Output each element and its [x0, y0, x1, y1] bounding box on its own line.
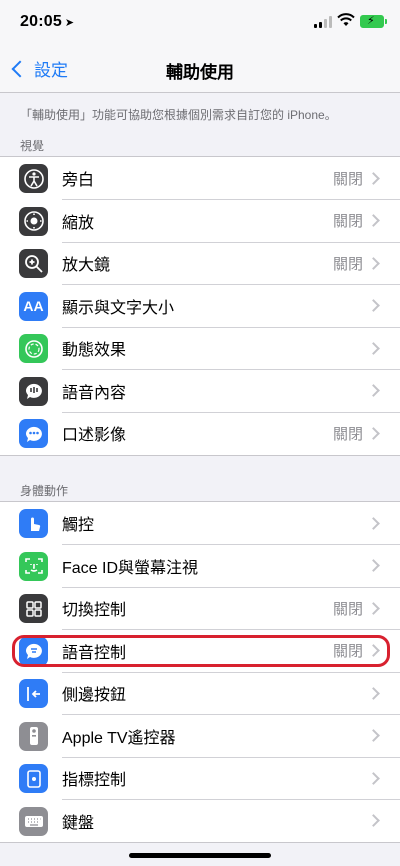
voiceover-icon: [19, 164, 48, 193]
chevron-right-icon: [367, 814, 380, 828]
row-label: 放大鏡: [62, 257, 111, 275]
home-indicator[interactable]: [129, 853, 271, 858]
row-label: 顯示與文字大小: [62, 299, 175, 317]
row-label: 指標控制: [62, 772, 127, 790]
chevron-right-icon: [367, 299, 380, 313]
row-keyboard[interactable]: 鍵盤: [0, 800, 400, 843]
wifi-icon: [337, 13, 355, 29]
highlight-annotation: [12, 635, 390, 667]
row-voiceover[interactable]: 旁白 關閉: [0, 157, 400, 200]
chevron-right-icon: [367, 516, 380, 530]
row-label: 鍵盤: [62, 814, 95, 832]
chevron-right-icon: [367, 601, 380, 615]
text-size-icon: AA: [19, 291, 48, 321]
battery-icon: ⚡: [360, 15, 387, 28]
chevron-right-icon: [367, 384, 380, 398]
row-zoom[interactable]: 縮放 關閉: [0, 200, 400, 242]
row-motion[interactable]: 動態效果: [0, 327, 400, 370]
row-value: 關閉: [332, 425, 363, 443]
row-label: 動態效果: [62, 342, 127, 360]
status-time: 20:05 ➤: [20, 13, 75, 30]
row-value: 關閉: [332, 170, 363, 188]
chevron-right-icon: [367, 771, 380, 785]
keyboard-icon: [19, 806, 48, 836]
row-side-button[interactable]: 側邊按鈕: [0, 672, 400, 715]
chevron-right-icon: [367, 426, 380, 440]
chevron-right-icon: [367, 686, 380, 700]
cellular-signal-icon: [314, 16, 334, 28]
zoom-icon: [19, 206, 48, 236]
row-value: 關閉: [332, 255, 363, 273]
navigation-bar: 設定 輔助使用: [0, 44, 400, 93]
row-label: Apple TV遙控器: [62, 729, 176, 747]
row-display-text-size[interactable]: AA 顯示與文字大小: [0, 285, 400, 327]
section-header-vision: 視覺: [20, 139, 45, 153]
chevron-right-icon: [367, 341, 380, 355]
row-value: 關閉: [332, 600, 363, 618]
switch-control-icon: [19, 594, 48, 623]
chevron-right-icon: [367, 171, 380, 185]
spoken-content-icon: [19, 376, 48, 406]
status-bar: 20:05 ➤ ⚡: [0, 0, 400, 44]
row-touch[interactable]: 觸控: [0, 502, 400, 545]
row-label: 語音內容: [62, 384, 127, 402]
side-button-icon: [19, 679, 48, 708]
row-audio-descriptions[interactable]: 口述影像 關閉: [0, 412, 400, 455]
apple-tv-remote-icon: [19, 721, 48, 751]
touch-icon: [19, 509, 48, 538]
section-header-physical-motor: 身體動作: [20, 484, 69, 498]
page-title: 輔助使用: [166, 63, 234, 82]
row-apple-tv-remote[interactable]: Apple TV遙控器: [0, 715, 400, 757]
row-spoken-content[interactable]: 語音內容: [0, 370, 400, 412]
chevron-right-icon: [367, 256, 380, 270]
row-label: 切換控制: [62, 602, 127, 620]
row-switch-control[interactable]: 切換控制 關閉: [0, 587, 400, 630]
audio-descriptions-icon: [19, 419, 48, 448]
row-label: 側邊按鈕: [62, 687, 127, 705]
row-magnifier[interactable]: 放大鏡 關閉: [0, 242, 400, 285]
physical-motor-group: 觸控 Face ID與螢幕注視 切換控制 關閉 語音控制 關閉 側邊按鈕 App…: [0, 501, 400, 843]
row-label: 口述影像: [62, 427, 127, 445]
row-label: 觸控: [62, 517, 95, 535]
pointer-control-icon: [19, 764, 48, 793]
location-arrow-icon: ➤: [64, 17, 75, 29]
row-pointer-control[interactable]: 指標控制: [0, 757, 400, 800]
faceid-icon: [19, 551, 48, 581]
vision-group: 旁白 關閉 縮放 關閉 放大鏡 關閉 AA 顯示與文字大小 動態效果 語音內容 …: [0, 156, 400, 456]
row-label: Face ID與螢幕注視: [62, 559, 199, 577]
row-value: 關閉: [332, 213, 363, 231]
accessibility-description: 「輔助使用」功能可協助您根據個別需求自訂您的 iPhone。: [20, 108, 337, 122]
row-label: 縮放: [62, 214, 95, 232]
row-label: 旁白: [62, 172, 95, 190]
motion-icon: [19, 334, 48, 363]
chevron-right-icon: [367, 559, 380, 573]
magnifier-icon: [19, 249, 48, 278]
chevron-right-icon: [367, 214, 380, 228]
chevron-right-icon: [367, 729, 380, 743]
row-faceid-attention[interactable]: Face ID與螢幕注視: [0, 545, 400, 587]
